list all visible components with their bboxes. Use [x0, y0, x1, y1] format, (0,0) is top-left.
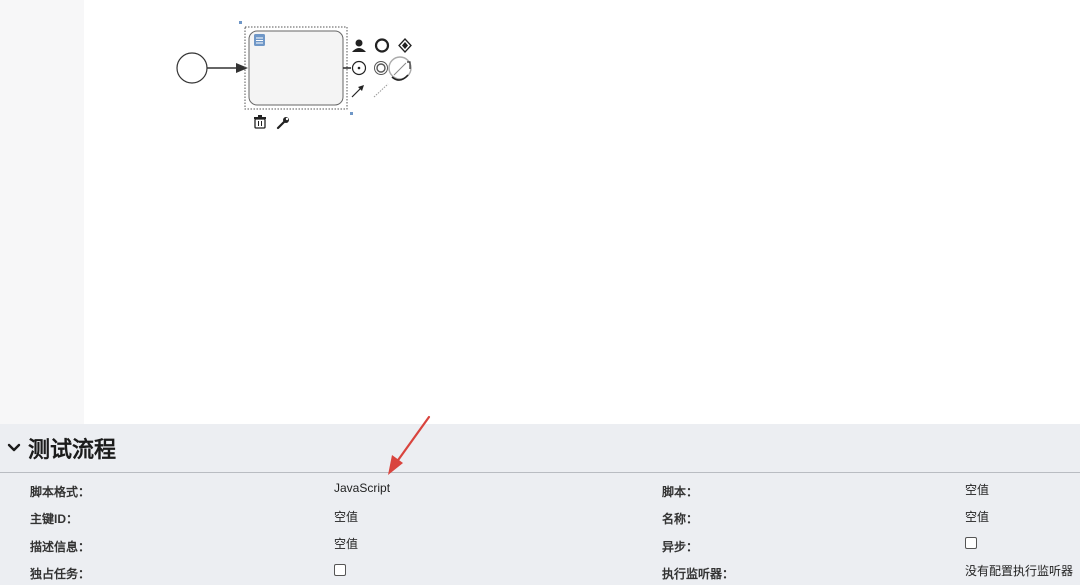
exclusive-checkbox[interactable] — [334, 564, 346, 576]
resize-handle-top-left[interactable] — [239, 21, 242, 24]
intermediate-event-icon[interactable] — [351, 60, 367, 76]
script-icon — [254, 34, 265, 46]
trash-icon[interactable] — [254, 115, 266, 129]
async-checkbox[interactable] — [965, 537, 977, 549]
association-line-icon[interactable] — [373, 83, 389, 98]
label-script: 脚本： — [662, 485, 699, 499]
value-script-format[interactable]: JavaScript — [334, 481, 390, 495]
value-script[interactable]: 空值 — [965, 481, 989, 498]
label-documentation: 描述信息： — [30, 540, 91, 554]
value-id[interactable]: 空值 — [334, 508, 358, 525]
start-event[interactable] — [176, 52, 208, 84]
boundary-event-icon[interactable] — [374, 61, 388, 75]
value-name[interactable]: 空值 — [965, 508, 989, 525]
properties-header[interactable]: 测试流程 — [0, 424, 1080, 472]
bpmn-diagram[interactable] — [0, 0, 1080, 424]
label-name: 名称： — [662, 512, 699, 526]
gateway-icon[interactable] — [398, 38, 412, 53]
panel-title: 测试流程 — [28, 438, 117, 463]
connect-arrow-icon[interactable] — [351, 85, 364, 98]
chevron-down-icon[interactable] — [6, 440, 22, 456]
sequence-flow-arrowhead — [236, 63, 248, 73]
label-exclusive: 独占任务： — [30, 567, 91, 581]
panel-divider — [0, 472, 1080, 473]
properties-panel: 测试流程 — [0, 424, 1080, 585]
resize-handle-bottom-right[interactable] — [350, 112, 353, 115]
label-execution-listeners: 执行监听器： — [662, 567, 735, 581]
value-documentation[interactable]: 空值 — [334, 535, 358, 552]
wrench-icon[interactable] — [276, 117, 289, 130]
label-async: 异步： — [662, 540, 699, 554]
user-icon[interactable] — [352, 39, 366, 53]
label-id: 主键ID： — [30, 512, 79, 526]
label-script-format: 脚本格式： — [30, 485, 91, 499]
end-event-icon[interactable] — [374, 38, 390, 53]
value-execution-listeners[interactable]: 没有配置执行监听器 — [965, 562, 1073, 579]
text-annotation-icon[interactable] — [388, 56, 412, 81]
